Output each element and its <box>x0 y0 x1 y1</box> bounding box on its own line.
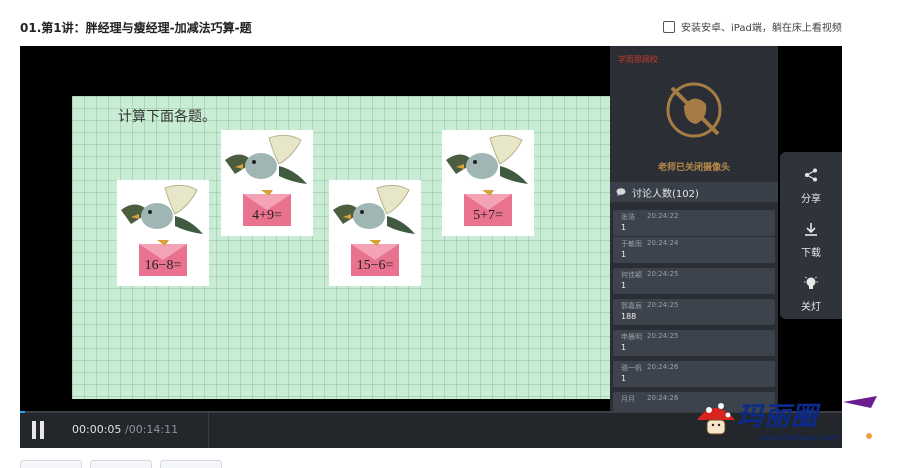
chat-text: 188 <box>621 312 637 321</box>
pause-button[interactable] <box>30 421 46 439</box>
light-off-label: 关灯 <box>801 302 821 313</box>
chat-message: 于敏雨 20:24:24 1 <box>613 237 775 263</box>
slide-heading: 计算下面各题。 <box>118 109 216 125</box>
page-header: 01.第1讲：胖经理与瘦经理-加减法巧算-题 安装安卓、iPad端，躺在床上看视… <box>0 0 900 46</box>
ipad-option-label: 安装安卓、iPad端，躺在床上看视频 <box>681 23 842 34</box>
bird-card: 4+9= <box>221 130 313 236</box>
camera-off-icon <box>666 82 722 138</box>
chat-user-name: 郭嘉辰 <box>621 302 642 310</box>
ipad-option-checkbox[interactable] <box>663 20 675 33</box>
download-icon <box>805 223 817 236</box>
download-label: 下载 <box>801 248 821 259</box>
light-off-button[interactable]: 关灯 <box>780 266 842 316</box>
chat-message: 何佳颖 20:24:25 1 <box>613 268 775 294</box>
light-bulb-icon <box>804 276 818 289</box>
course-title: 01.第1讲：胖经理与瘦经理-加减法巧算-题 <box>20 21 252 35</box>
control-separator <box>208 413 209 448</box>
school-label: 学而思网校 <box>618 55 658 64</box>
player-toolbox: 分享 下载 关灯 <box>780 152 842 319</box>
card-equation: 15−6= <box>356 258 394 273</box>
chat-user-name: 骆一帆 <box>621 364 642 372</box>
footer-tab[interactable] <box>160 460 222 468</box>
chat-time: 20:24:25 <box>647 301 679 309</box>
watermark-logo-text: 玛丽圈 <box>737 402 819 432</box>
video-player[interactable]: 计算下面各题。 16−8= 4+9= 15−6= 5+7= 学而思网校 老师已关… <box>20 46 842 448</box>
share-icon <box>805 168 817 182</box>
chat-header: 讨论人数(102) <box>610 182 778 202</box>
chat-message: 郭嘉辰 20:24:25 188 <box>613 299 775 325</box>
chat-user-name: 于敏雨 <box>621 240 642 248</box>
chat-message: 张浩 20:24:22 1 <box>613 210 775 236</box>
chat-text: 1 <box>621 343 627 352</box>
chat-time: 20:24:25 <box>647 270 679 278</box>
chat-text: 1 <box>621 374 627 383</box>
chat-user-name: 申晨明 <box>621 333 642 341</box>
chat-user-name: 何佳颖 <box>621 271 642 279</box>
download-button[interactable]: 下载 <box>780 212 842 262</box>
chat-time: 20:24:22 <box>647 212 679 220</box>
progress-fill <box>20 411 25 413</box>
current-time: 00:00:05 <box>72 423 122 436</box>
bird-card: 15−6= <box>329 180 421 286</box>
chat-time: 20:24:25 <box>647 332 679 340</box>
video-slide: 计算下面各题。 16−8= 4+9= 15−6= 5+7= <box>72 96 610 399</box>
ipad-option[interactable]: 安装安卓、iPad端，躺在床上看视频 <box>663 19 842 34</box>
chat-time: 20:24:26 <box>647 363 679 371</box>
live-side-panel: 学而思网校 老师已关闭摄像头 讨论人数(102) 张浩 20:24:22 1 于… <box>610 46 778 411</box>
chat-time: 20:24:26 <box>647 394 679 402</box>
chat-message-list[interactable]: 张浩 20:24:22 1 于敏雨 20:24:24 1 何佳颖 20:24:2… <box>610 206 778 411</box>
chat-message: 骆一帆 20:24:26 1 <box>613 361 775 387</box>
chat-user-name: 张浩 <box>621 213 635 221</box>
chat-text: 1 <box>621 281 627 290</box>
camera-off-area: 老师已关闭摄像头 <box>610 66 778 178</box>
card-equation: 16−8= <box>144 258 182 273</box>
watermark-url: www.maliquan.com <box>760 433 839 442</box>
chat-time: 20:24:24 <box>647 239 679 247</box>
chat-count: 讨论人数(102) <box>632 188 699 200</box>
card-equation: 5+7= <box>473 208 503 223</box>
footer-tabs <box>20 460 420 468</box>
bird-card: 16−8= <box>117 180 209 286</box>
total-time: /00:14:11 <box>125 423 179 436</box>
chat-text: 1 <box>621 223 627 232</box>
card-equation: 4+9= <box>252 208 282 223</box>
camera-off-text: 老师已关闭摄像头 <box>657 163 730 173</box>
chat-text: 1 <box>621 250 627 259</box>
share-button[interactable]: 分享 <box>780 158 842 208</box>
chat-message: 申晨明 20:24:25 1 <box>613 330 775 356</box>
share-label: 分享 <box>801 194 821 205</box>
bird-card: 5+7= <box>442 130 534 236</box>
chat-bubble-icon <box>616 188 626 196</box>
footer-tab[interactable] <box>90 460 152 468</box>
chat-user-name: 月月 <box>621 395 635 403</box>
footer-tab[interactable] <box>20 460 82 468</box>
